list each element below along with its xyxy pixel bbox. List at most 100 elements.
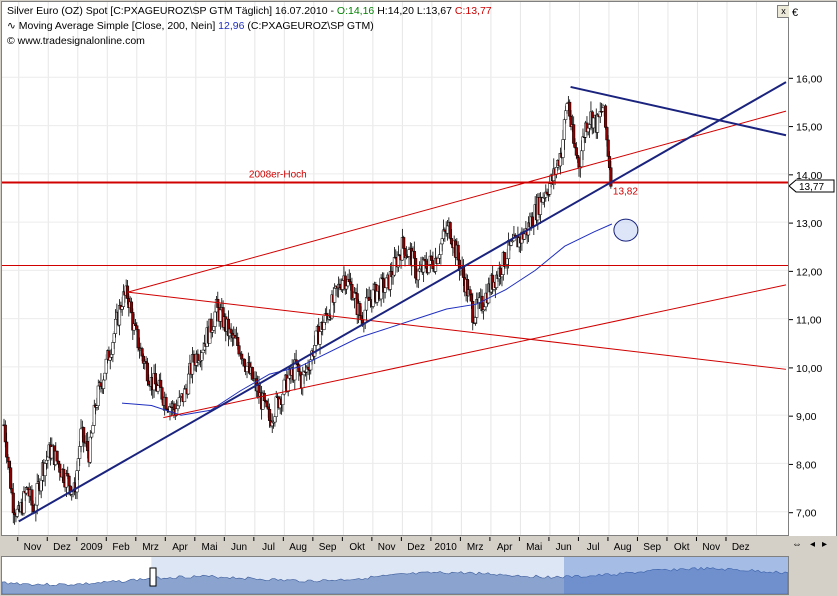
x-tick-label: Jun: [231, 542, 247, 553]
y-tick-label: 15,00: [796, 122, 822, 134]
candle-down: [147, 380, 151, 385]
candle-down: [172, 403, 176, 411]
header-open: O:14,16: [336, 5, 375, 17]
candle-up: [581, 136, 585, 152]
scroll-right-icon[interactable]: ▸: [822, 539, 827, 550]
candle-down: [216, 298, 220, 308]
candle-up: [90, 432, 94, 438]
candle-down: [9, 467, 13, 489]
candle-up: [548, 183, 552, 195]
candle-up: [177, 397, 181, 407]
x-tick-label: Jul: [262, 542, 275, 553]
header-close: C:13,77: [454, 5, 492, 17]
y-tick-label: 9,00: [796, 411, 817, 423]
last-price-value: 13,77: [799, 182, 824, 193]
price-chart[interactable]: 2008er-Hoch 13,82: [2, 2, 788, 535]
y-tick-label: 16,00: [796, 73, 822, 85]
x-tick-label: Nov: [702, 542, 720, 553]
candle-up: [281, 393, 285, 405]
candle-up: [384, 277, 388, 289]
ma-source: (C:PXAGEUROZ\SP GTM): [247, 20, 374, 32]
candle-up: [183, 388, 187, 403]
candle-up: [120, 306, 124, 310]
copyright-icon: ©: [7, 35, 15, 47]
candle-down: [140, 348, 144, 357]
overview-window: [564, 557, 788, 594]
candle-down: [240, 353, 244, 360]
x-tick-label: Dez: [53, 542, 71, 553]
x-tick-label: Dez: [407, 542, 425, 553]
candle-up: [110, 354, 114, 358]
candle-up: [50, 446, 54, 459]
chart-header-line1: Silver Euro (OZ) Spot [C:PXAGEUROZ\SP GT…: [7, 5, 492, 17]
candle-down: [469, 294, 473, 302]
candle-down: [164, 397, 168, 410]
candle-up: [245, 366, 249, 372]
candle-down: [480, 295, 484, 312]
x-tick-label: Sep: [319, 542, 337, 553]
level-value-label: 13,82: [613, 187, 638, 198]
candle-down: [153, 373, 157, 385]
candle-up: [561, 139, 565, 158]
candle-down: [236, 337, 240, 346]
candle-down: [572, 124, 576, 144]
overview-chart[interactable]: [2, 557, 788, 594]
candle-up: [108, 357, 112, 361]
chart-plot-area[interactable]: 2008er-Hoch 13,82 Silver Euro (OZ) Spot […: [1, 1, 790, 536]
candle-up: [210, 330, 215, 333]
candle-up: [407, 249, 411, 257]
x-tick-label: Aug: [614, 542, 632, 553]
header-title: Silver Euro (OZ) Spot [C:PXAGEUROZ\SP GT…: [7, 5, 334, 17]
candle-down: [574, 147, 578, 156]
candle-up: [314, 330, 318, 346]
candle-down: [449, 238, 454, 245]
y-tick-label: 11,00: [796, 315, 822, 327]
scroll-left-icon[interactable]: ◂: [810, 539, 815, 550]
candle-down: [414, 258, 418, 279]
currency-label: €: [792, 7, 798, 19]
candle-up: [44, 459, 49, 464]
candle-down: [568, 101, 572, 117]
candle-down: [237, 345, 241, 355]
candle-down: [31, 504, 35, 512]
candle-down: [350, 283, 354, 300]
candle-up: [564, 110, 568, 120]
candle-up: [95, 405, 99, 408]
candle-up: [76, 458, 80, 471]
candle-down: [573, 143, 577, 148]
candle-up: [201, 349, 205, 353]
chart-header-line3: © www.tradesignalonline.com: [7, 35, 145, 47]
candle-up: [371, 289, 375, 307]
candle-up: [392, 256, 396, 276]
candle-down: [82, 427, 86, 443]
candle-up: [391, 274, 395, 278]
candle-up: [88, 436, 92, 463]
chart-header-line2: ∿ Moving Average Simple [Close, 200, Nei…: [7, 20, 374, 32]
y-tick-label: 7,00: [796, 508, 817, 520]
y-tick-label: 8,00: [796, 459, 817, 471]
circle-marker: [613, 218, 639, 242]
x-tick-label: Mrz: [467, 542, 484, 553]
candle-down: [607, 156, 612, 168]
candle-up: [112, 333, 116, 343]
candle-up: [363, 309, 367, 324]
candle-up: [318, 331, 322, 345]
candle-up: [554, 167, 558, 175]
y-tick-label: 13,00: [796, 218, 822, 230]
candle-down: [229, 328, 233, 334]
candle-up: [274, 396, 278, 417]
ma-label: Moving Average Simple [Close, 200, Nein]: [18, 20, 216, 32]
candle-down: [606, 139, 610, 157]
x-tick-label: Okt: [674, 542, 690, 553]
x-axis: Nov Dez 2009 Feb Mrz Apr Mai Jun Jul Aug Sep Okt Nov…: [1, 537, 789, 555]
x-tick-label: Apr: [497, 542, 513, 553]
y-axis-labels: €16,0015,0014,0013,0012,0011,0010,009,00…: [789, 7, 835, 520]
candle-down: [55, 450, 59, 462]
scroll-both-icon[interactable]: ⇔: [792, 539, 802, 550]
candle-down: [349, 281, 353, 285]
candle-down: [448, 222, 452, 239]
candle-down: [56, 460, 60, 465]
candle-down: [3, 424, 7, 443]
candle-down: [129, 301, 134, 313]
overview-navigator[interactable]: [1, 556, 789, 595]
